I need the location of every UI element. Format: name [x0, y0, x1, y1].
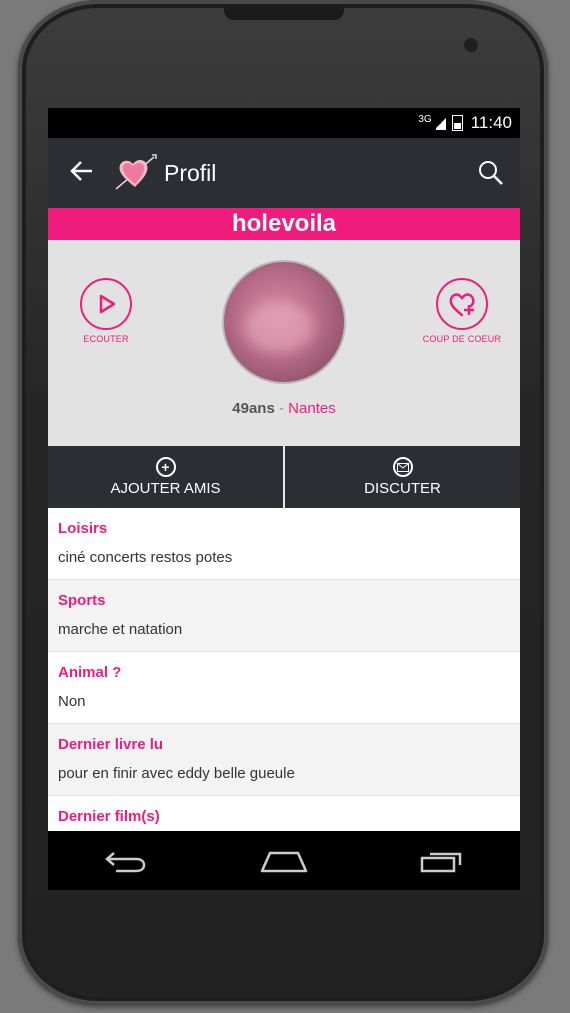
battery-icon [451, 115, 463, 131]
clock: 11:40 [470, 113, 512, 132]
listen-button[interactable]: ECOUTER [56, 278, 156, 344]
profile-header: ECOUTER COUP DE COEUR 49ans - Nantes [48, 240, 520, 446]
signal-icon [435, 116, 446, 130]
heart-arrow-logo-icon [112, 153, 158, 193]
list-item: Animal ? Non [48, 652, 520, 724]
crush-button[interactable]: COUP DE COEUR [412, 278, 512, 344]
heart-plus-icon [436, 278, 488, 330]
page-title: Profil [164, 159, 217, 186]
avatar [222, 260, 346, 384]
nav-recents-icon[interactable] [420, 849, 464, 873]
speaker-grille [224, 6, 344, 20]
front-camera [464, 38, 478, 52]
screen: 3G 11:40 Profil holevoila ECOUTER COUP D… [48, 108, 520, 890]
add-friend-button[interactable]: + AJOUTER AMIS [48, 446, 283, 508]
network-type: 3G [418, 113, 432, 125]
info-value: marche et natation [58, 621, 183, 638]
info-value: Non [58, 693, 86, 710]
info-value: ciné concerts restos potes [58, 549, 233, 566]
info-label: Dernier film(s) [58, 808, 160, 825]
info-value: pour en finir avec eddy belle gueule [58, 765, 295, 782]
info-label: Animal ? [58, 664, 122, 681]
info-label: Dernier livre lu [58, 736, 164, 753]
action-row: + AJOUTER AMIS DISCUTER [48, 446, 520, 508]
list-item: Dernier livre lu pour en finir avec eddy… [48, 724, 520, 796]
separator: - [274, 400, 289, 417]
chat-button[interactable]: DISCUTER [285, 446, 520, 508]
city[interactable]: Nantes [288, 400, 336, 417]
mail-icon [392, 457, 413, 477]
system-nav-bar [48, 831, 520, 890]
nav-home-icon[interactable] [260, 849, 308, 873]
app-bar: Profil [48, 138, 520, 208]
status-bar: 3G 11:40 [48, 108, 520, 138]
info-label: Loisirs [58, 520, 108, 537]
plus-icon: + [155, 457, 176, 477]
listen-label: ECOUTER [83, 334, 129, 344]
list-item: Loisirs ciné concerts restos potes [48, 508, 520, 580]
nav-back-icon[interactable] [104, 849, 148, 873]
username-header: holevoila [48, 208, 520, 240]
search-icon[interactable] [478, 160, 504, 186]
info-label: Sports [58, 592, 106, 609]
age: 49ans [232, 400, 275, 417]
crush-label: COUP DE COEUR [422, 334, 502, 344]
play-icon [80, 278, 132, 330]
chat-label: DISCUTER [364, 480, 441, 497]
age-city: 49ans - Nantes [48, 400, 520, 417]
list-item: Sports marche et natation [48, 580, 520, 652]
add-friend-label: AJOUTER AMIS [110, 480, 221, 497]
profile-info-list: Loisirs ciné concerts restos potes Sport… [48, 508, 520, 868]
back-arrow-icon[interactable] [70, 160, 100, 186]
